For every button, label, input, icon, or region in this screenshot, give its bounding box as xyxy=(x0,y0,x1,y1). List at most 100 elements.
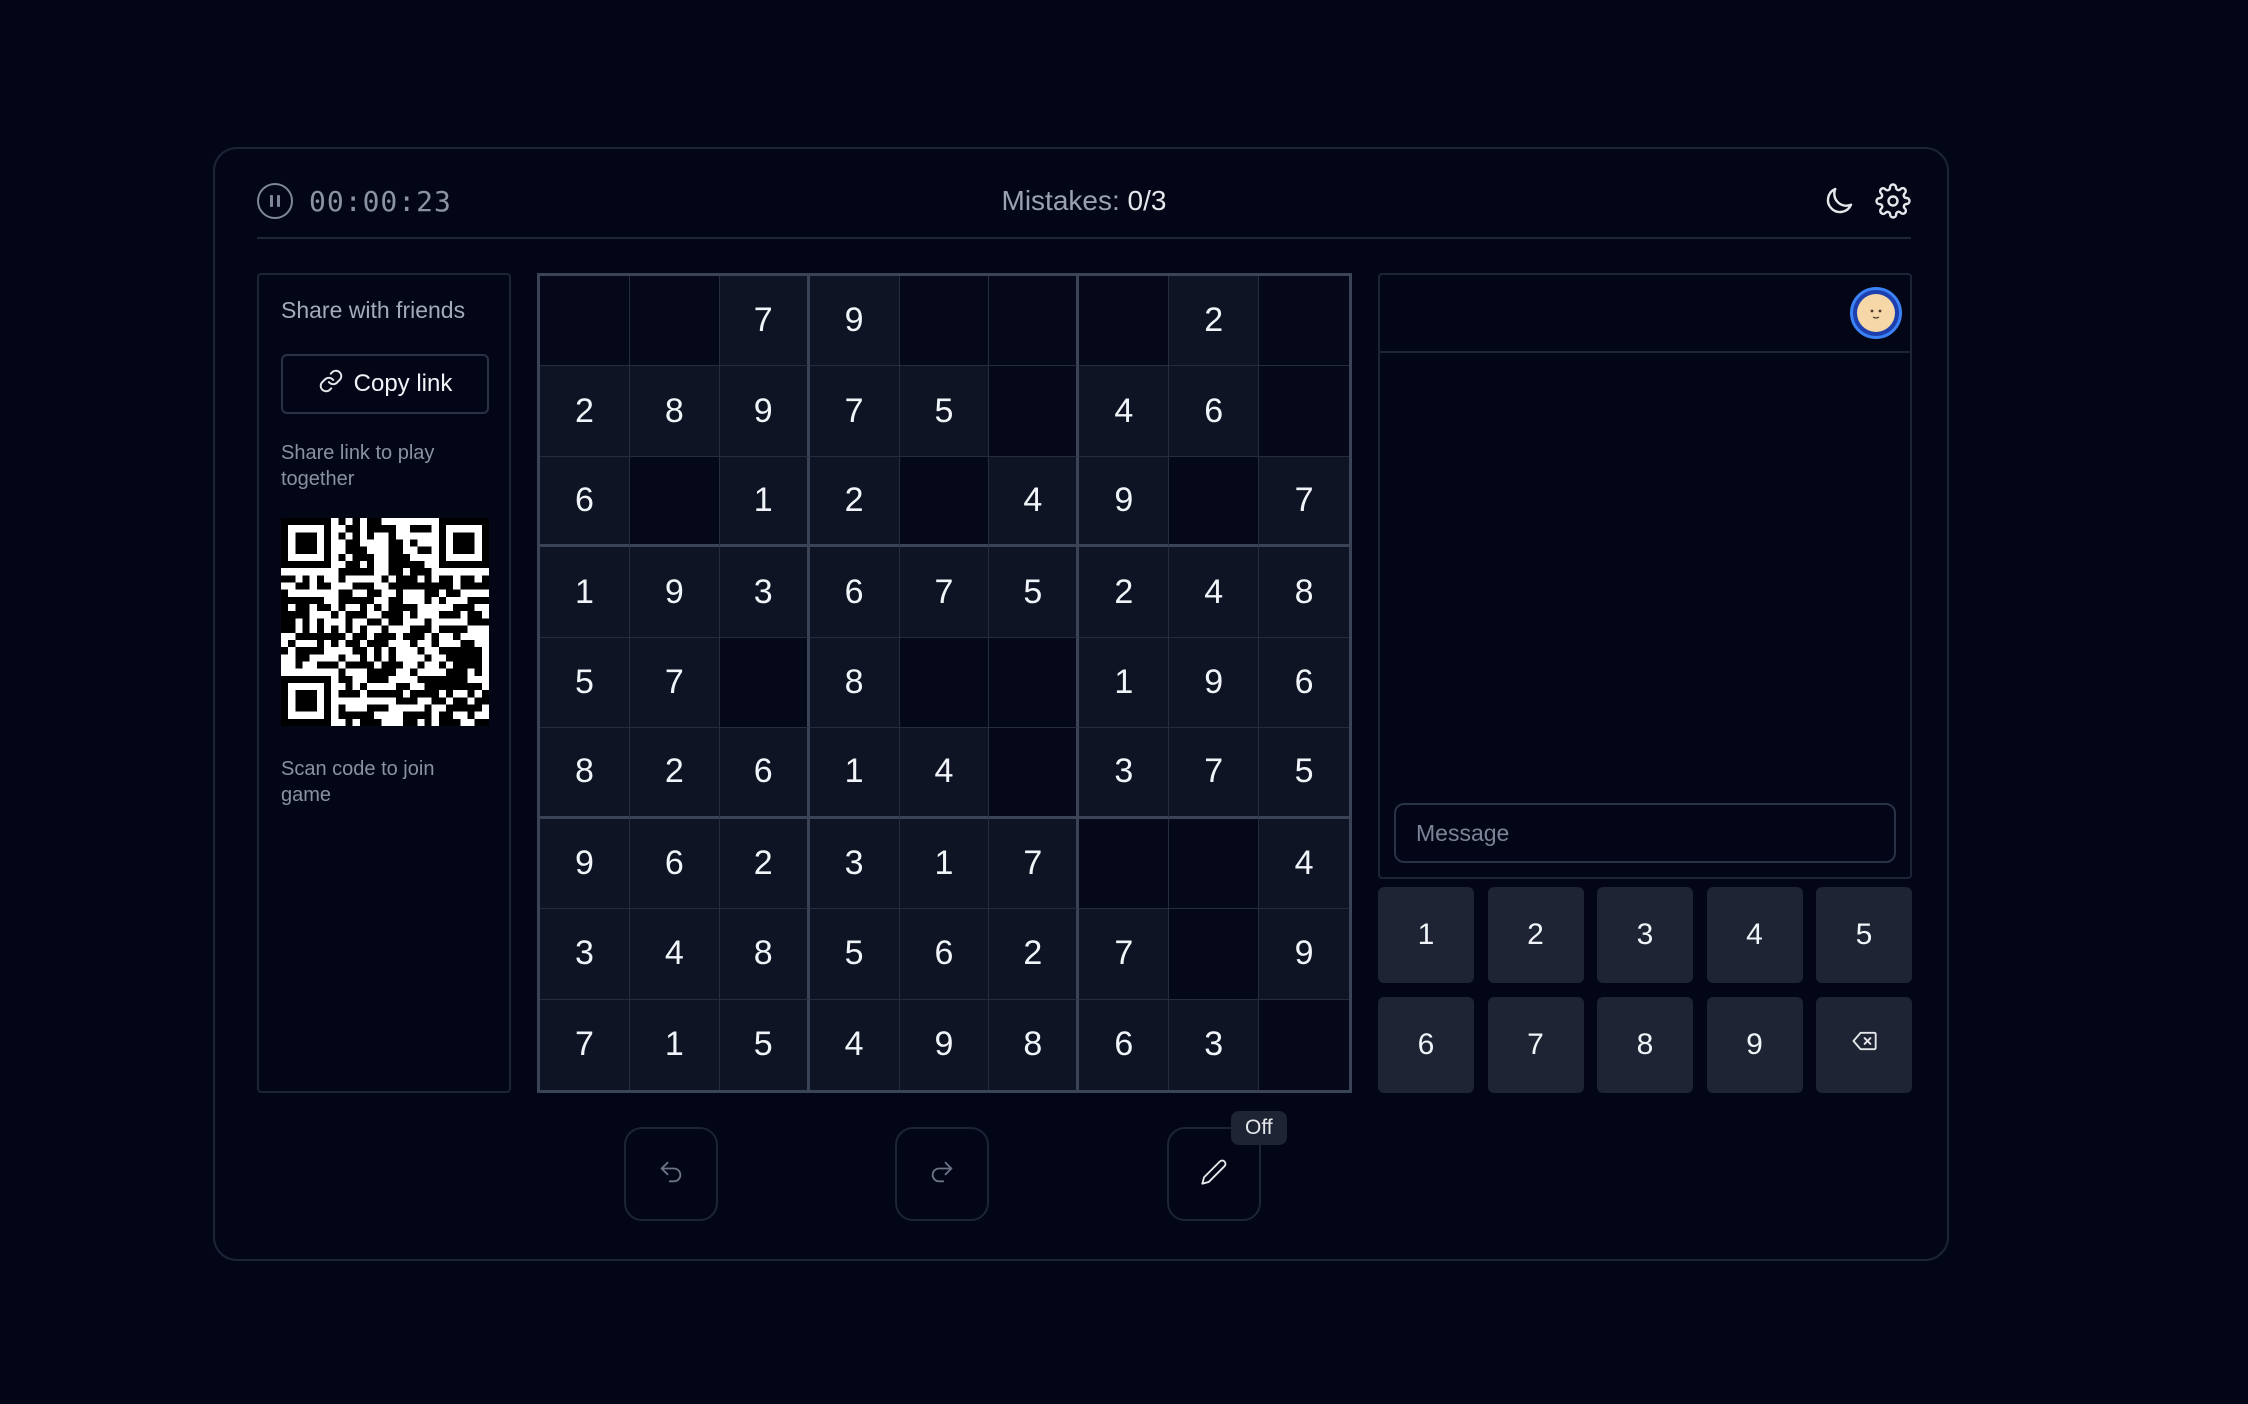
sudoku-cell[interactable]: 3 xyxy=(1169,999,1260,1090)
redo-button[interactable] xyxy=(895,1127,989,1221)
number-key-8[interactable]: 8 xyxy=(1597,997,1693,1093)
sudoku-cell[interactable] xyxy=(989,276,1080,367)
sudoku-cell[interactable] xyxy=(899,637,990,729)
sudoku-cell[interactable]: 3 xyxy=(719,547,810,638)
sudoku-cell[interactable]: 8 xyxy=(540,728,630,819)
backspace-button[interactable] xyxy=(1816,997,1912,1093)
sudoku-cell[interactable]: 7 xyxy=(899,547,990,638)
number-key-3[interactable]: 3 xyxy=(1597,887,1693,983)
sudoku-cell[interactable]: 9 xyxy=(540,818,630,910)
message-input[interactable] xyxy=(1394,803,1896,863)
sudoku-cell[interactable]: 6 xyxy=(719,728,810,819)
number-key-5[interactable]: 5 xyxy=(1816,887,1912,983)
sudoku-cell[interactable]: 2 xyxy=(629,728,720,819)
sudoku-cell[interactable]: 9 xyxy=(1079,456,1170,548)
number-key-1[interactable]: 1 xyxy=(1378,887,1474,983)
sudoku-cell[interactable]: 5 xyxy=(899,366,990,457)
sudoku-cell[interactable]: 9 xyxy=(629,547,720,638)
sudoku-cell[interactable]: 4 xyxy=(809,999,900,1090)
sudoku-cell[interactable]: 8 xyxy=(1259,547,1349,638)
sudoku-cell[interactable]: 9 xyxy=(1169,637,1260,729)
sudoku-cell[interactable]: 7 xyxy=(719,276,810,367)
sudoku-cell[interactable] xyxy=(1259,366,1349,457)
number-key-2[interactable]: 2 xyxy=(1487,887,1584,983)
sudoku-cell[interactable]: 4 xyxy=(989,456,1080,548)
sudoku-cell[interactable] xyxy=(629,276,720,367)
sudoku-cell[interactable]: 5 xyxy=(989,547,1080,638)
sudoku-cell[interactable]: 6 xyxy=(540,456,630,548)
sudoku-cell[interactable]: 6 xyxy=(809,547,900,638)
number-key-9[interactable]: 9 xyxy=(1706,997,1803,1093)
sudoku-cell[interactable]: 5 xyxy=(540,637,630,729)
sudoku-cell[interactable]: 3 xyxy=(540,909,630,1000)
sudoku-cell[interactable]: 7 xyxy=(989,818,1080,910)
sudoku-cell[interactable]: 3 xyxy=(1079,728,1170,819)
sudoku-cell[interactable]: 4 xyxy=(899,728,990,819)
sudoku-cell[interactable]: 6 xyxy=(1169,366,1260,457)
sudoku-cell[interactable]: 6 xyxy=(1079,999,1170,1090)
sudoku-cell[interactable] xyxy=(540,276,630,367)
sudoku-cell[interactable] xyxy=(1079,818,1170,910)
sudoku-cell[interactable]: 2 xyxy=(1169,276,1260,367)
sudoku-cell[interactable]: 8 xyxy=(719,909,810,1000)
sudoku-cell[interactable]: 9 xyxy=(899,999,990,1090)
sudoku-cell[interactable]: 5 xyxy=(719,999,810,1090)
sudoku-cell[interactable] xyxy=(719,637,810,729)
sudoku-cell[interactable]: 1 xyxy=(899,818,990,910)
number-key-4[interactable]: 4 xyxy=(1706,887,1803,983)
sudoku-cell[interactable]: 7 xyxy=(540,999,630,1090)
sudoku-cell[interactable]: 6 xyxy=(899,909,990,1000)
sudoku-cell[interactable] xyxy=(1169,818,1260,910)
undo-button[interactable] xyxy=(624,1127,718,1221)
gear-icon[interactable] xyxy=(1875,183,1911,219)
sudoku-cell[interactable]: 1 xyxy=(719,456,810,548)
mistakes-label: Mistakes: xyxy=(1001,185,1120,216)
sudoku-cell[interactable]: 9 xyxy=(809,276,900,367)
sudoku-cell[interactable]: 9 xyxy=(1259,909,1349,1000)
sudoku-cell[interactable]: 2 xyxy=(540,366,630,457)
sudoku-cell[interactable] xyxy=(1259,276,1349,367)
sudoku-cell[interactable]: 2 xyxy=(809,456,900,548)
copy-link-button[interactable]: Copy link xyxy=(281,354,489,414)
sudoku-cell[interactable]: 4 xyxy=(1079,366,1170,457)
share-panel: Share with friends Copy link Share link … xyxy=(257,273,511,1093)
sudoku-cell[interactable]: 2 xyxy=(719,818,810,910)
avatar[interactable] xyxy=(1850,287,1902,339)
sudoku-cell[interactable]: 4 xyxy=(1169,547,1260,638)
sudoku-cell[interactable]: 2 xyxy=(989,909,1080,1000)
sudoku-cell[interactable]: 9 xyxy=(719,366,810,457)
sudoku-cell[interactable] xyxy=(899,456,990,548)
sudoku-cell[interactable]: 6 xyxy=(1259,637,1349,729)
sudoku-cell[interactable]: 1 xyxy=(629,999,720,1090)
sudoku-cell[interactable]: 7 xyxy=(629,637,720,729)
sudoku-cell[interactable]: 6 xyxy=(629,818,720,910)
sudoku-cell[interactable]: 1 xyxy=(540,547,630,638)
moon-icon[interactable] xyxy=(1821,183,1857,219)
sudoku-cell[interactable] xyxy=(1169,456,1260,548)
sudoku-cell[interactable]: 2 xyxy=(1079,547,1170,638)
sudoku-cell[interactable] xyxy=(1079,276,1170,367)
sudoku-cell[interactable] xyxy=(899,276,990,367)
sudoku-cell[interactable]: 4 xyxy=(629,909,720,1000)
sudoku-cell[interactable]: 5 xyxy=(1259,728,1349,819)
sudoku-cell[interactable]: 4 xyxy=(1259,818,1349,910)
number-key-6[interactable]: 6 xyxy=(1378,997,1474,1093)
sudoku-cell[interactable]: 1 xyxy=(809,728,900,819)
sudoku-cell[interactable]: 8 xyxy=(989,999,1080,1090)
sudoku-cell[interactable] xyxy=(629,456,720,548)
sudoku-cell[interactable]: 8 xyxy=(629,366,720,457)
sudoku-cell[interactable]: 7 xyxy=(1079,909,1170,1000)
sudoku-cell[interactable] xyxy=(1169,909,1260,1000)
sudoku-cell[interactable] xyxy=(989,366,1080,457)
sudoku-cell[interactable]: 7 xyxy=(1169,728,1260,819)
sudoku-cell[interactable]: 7 xyxy=(1259,456,1349,548)
sudoku-cell[interactable] xyxy=(1259,999,1349,1090)
sudoku-cell[interactable]: 5 xyxy=(809,909,900,1000)
sudoku-cell[interactable]: 3 xyxy=(809,818,900,910)
sudoku-cell[interactable] xyxy=(989,728,1080,819)
sudoku-cell[interactable]: 8 xyxy=(809,637,900,729)
number-key-7[interactable]: 7 xyxy=(1487,997,1584,1093)
sudoku-cell[interactable]: 7 xyxy=(809,366,900,457)
sudoku-cell[interactable]: 1 xyxy=(1079,637,1170,729)
sudoku-cell[interactable] xyxy=(989,637,1080,729)
